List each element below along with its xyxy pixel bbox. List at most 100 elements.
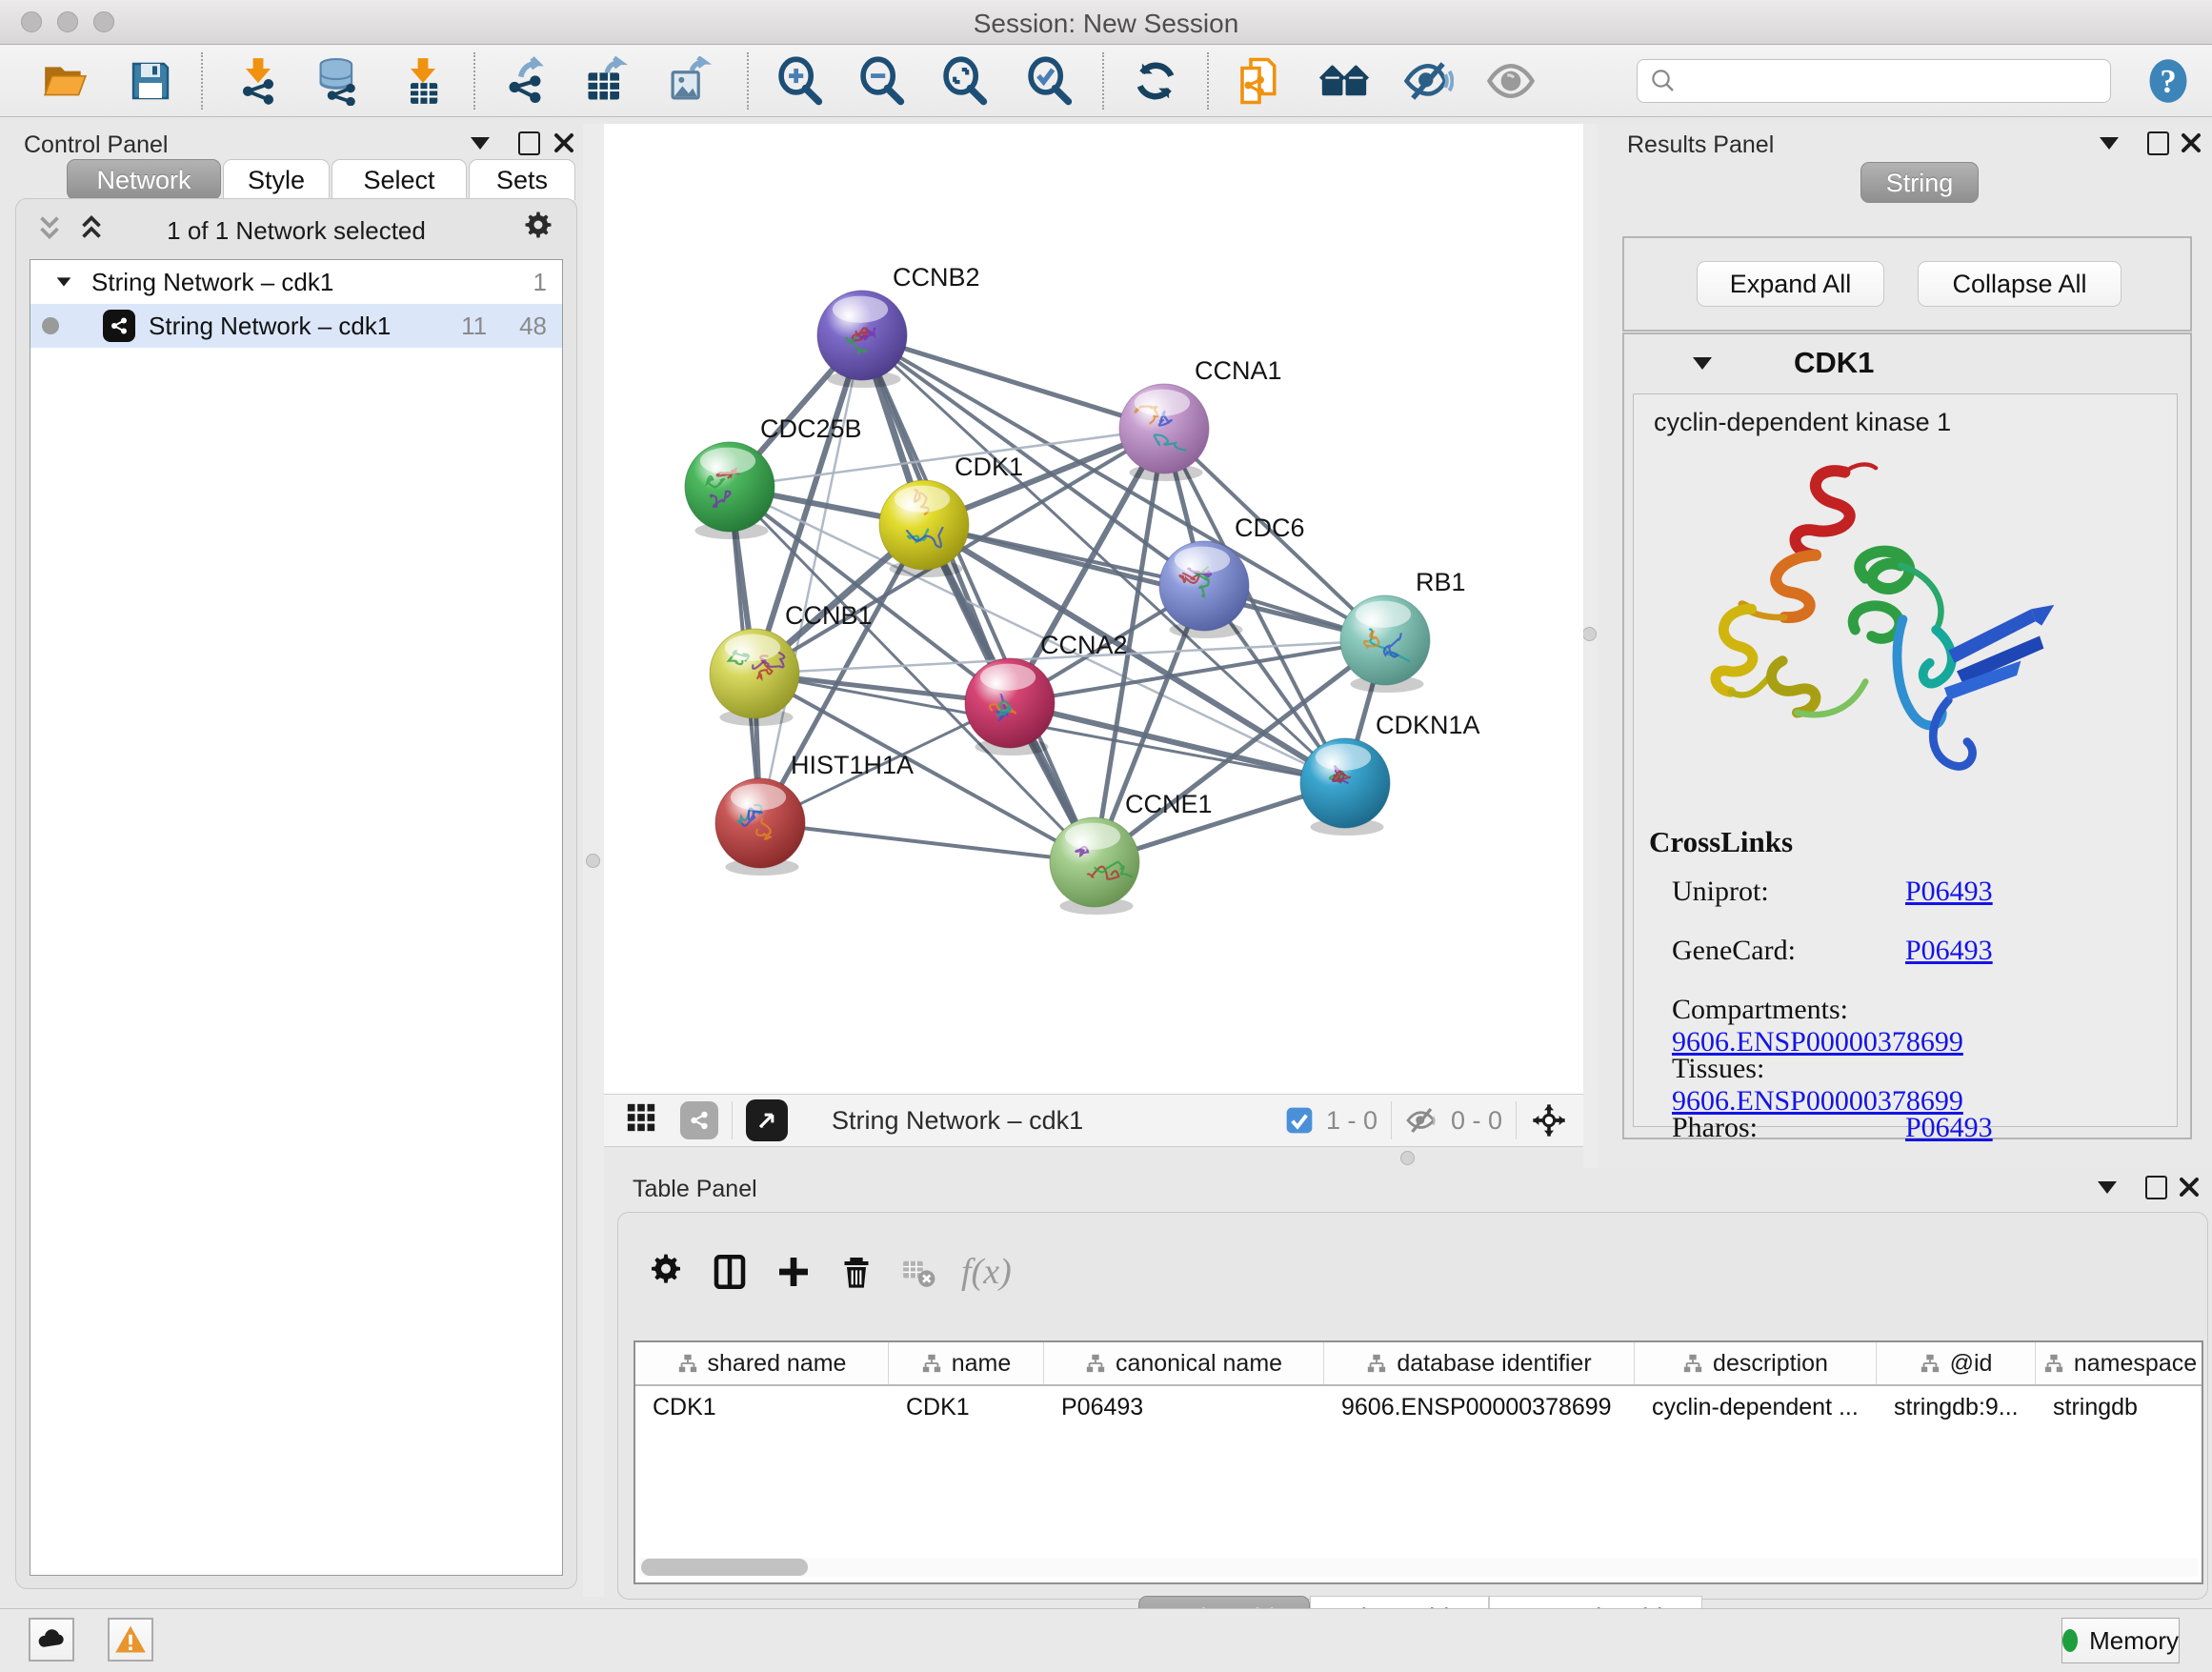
table-cell[interactable]: CDK1 <box>889 1386 1044 1428</box>
show-columns-icon[interactable] <box>710 1252 750 1292</box>
table-panel-menu-button[interactable] <box>2098 1181 2117 1194</box>
zoom-selected-button[interactable] <box>1023 54 1076 108</box>
network-canvas[interactable]: CCNB2CCNA1CDC25BCDK1CDC6RB1CCNB1CCNA2CDK… <box>604 124 1583 1094</box>
crosslink-link[interactable]: P06493 <box>1905 1112 1993 1143</box>
right-splitter[interactable] <box>1583 124 1597 1168</box>
zoom-fit-icon <box>940 56 990 106</box>
crosslink-link[interactable]: P06493 <box>1905 935 1993 966</box>
entry-collapse-triangle[interactable] <box>1693 357 1712 370</box>
table-panel: Table Panel <box>610 1172 2212 1598</box>
export-table-button[interactable] <box>580 54 633 108</box>
table-cell[interactable]: stringdb:9... <box>1877 1386 2036 1428</box>
results-panel-menu-button[interactable] <box>2100 137 2119 150</box>
collapse-triangle-icon[interactable] <box>53 272 74 292</box>
export-network-button[interactable] <box>498 54 552 108</box>
import-table-button[interactable] <box>396 54 450 108</box>
column-header[interactable]: database identifier <box>1324 1342 1635 1384</box>
warnings-button[interactable] <box>108 1618 153 1662</box>
export-image-button[interactable] <box>663 54 716 108</box>
memory-status-dot <box>2062 1629 2078 1652</box>
network-node-CDKN1A[interactable] <box>1300 738 1390 836</box>
table-cell[interactable]: P06493 <box>1044 1386 1324 1428</box>
tab-select[interactable]: Select <box>332 159 467 200</box>
table-row[interactable]: CDK1CDK1P064939606.ENSP00000378699cyclin… <box>635 1386 2202 1428</box>
network-node-CCNA1[interactable] <box>1119 384 1209 481</box>
pan-mode-icon[interactable] <box>1530 1101 1568 1139</box>
network-edge[interactable] <box>760 823 1095 862</box>
collapse-all-button[interactable]: Collapse All <box>1918 261 2122 307</box>
table-panel-body: f(x) shared namenamecanonical namedataba… <box>617 1212 2208 1600</box>
network-edge[interactable] <box>862 335 1095 862</box>
table-options-gear-icon[interactable] <box>647 1253 685 1291</box>
glass-ball-effect-button[interactable] <box>1401 54 1455 108</box>
save-session-button[interactable] <box>124 54 177 108</box>
network-node-CDC25B[interactable] <box>685 442 774 539</box>
column-header[interactable]: @id <box>1877 1342 2036 1384</box>
network-node-RB1[interactable] <box>1340 595 1430 693</box>
delete-table-icon-disabled <box>900 1254 936 1290</box>
column-header[interactable]: canonical name <box>1044 1342 1324 1384</box>
selected-checkbox-icon[interactable] <box>1284 1105 1315 1136</box>
network-node-CCNE1[interactable] <box>1050 817 1139 915</box>
control-panel-menu-button[interactable] <box>471 137 490 150</box>
node-table[interactable]: shared namenamecanonical namedatabase id… <box>633 1340 2203 1584</box>
network-selection-summary: 1 of 1 Network selected <box>16 216 576 246</box>
network-edge[interactable] <box>924 525 1385 640</box>
export-image-icon <box>665 56 714 106</box>
column-header[interactable]: description <box>1635 1342 1877 1384</box>
help-button[interactable]: ? <box>2142 54 2195 108</box>
stringify-button[interactable] <box>1317 54 1371 108</box>
birdseye-view-button[interactable] <box>746 1099 788 1141</box>
left-splitter[interactable] <box>583 124 604 1597</box>
table-cell[interactable]: 9606.ENSP00000378699 <box>1324 1386 1635 1428</box>
string-import-button[interactable] <box>1233 54 1286 108</box>
add-column-icon[interactable] <box>774 1253 813 1291</box>
protein-structure-image <box>1686 453 2086 806</box>
crosslink-link[interactable]: P06493 <box>1905 876 1993 907</box>
network-row[interactable]: String Network – cdk1 11 48 <box>30 304 562 348</box>
column-header[interactable]: name <box>889 1342 1044 1384</box>
import-network-database-button[interactable] <box>312 54 365 108</box>
tab-string[interactable]: String <box>1860 162 1979 203</box>
structure-image-toggle-button[interactable] <box>1484 54 1538 108</box>
memory-button[interactable]: Memory <box>2061 1618 2180 1663</box>
control-panel-close-button[interactable] <box>553 131 575 154</box>
expand-all-button[interactable]: Expand All <box>1697 261 1884 307</box>
import-network-file-button[interactable] <box>231 54 285 108</box>
network-view-type-button[interactable] <box>680 1101 718 1139</box>
function-builder-button-disabled: f(x) <box>961 1251 1012 1293</box>
help-icon: ? <box>2143 56 2193 106</box>
zoom-in-button[interactable] <box>774 54 827 108</box>
results-panel-float-button[interactable] <box>2147 131 2169 155</box>
refresh-button[interactable] <box>1129 54 1182 108</box>
scrollbar-thumb[interactable] <box>641 1559 808 1576</box>
table-cell[interactable]: cyclin-dependent ... <box>1635 1386 1877 1428</box>
grid-view-button[interactable] <box>625 1101 657 1140</box>
zoom-fit-button[interactable] <box>938 54 992 108</box>
network-options-button[interactable] <box>521 211 555 250</box>
network-edge[interactable] <box>862 335 1164 429</box>
column-header[interactable]: namespace <box>2036 1342 2203 1384</box>
delete-column-icon[interactable] <box>837 1253 875 1291</box>
cloud-button[interactable] <box>29 1618 74 1662</box>
table-cell[interactable]: CDK1 <box>635 1386 889 1428</box>
branch-icon <box>2043 1353 2064 1374</box>
table-panel-float-button[interactable] <box>2145 1176 2167 1199</box>
zoom-out-button[interactable] <box>855 54 909 108</box>
tab-style[interactable]: Style <box>223 159 330 200</box>
control-panel-float-button[interactable] <box>518 131 540 155</box>
results-panel-close-button[interactable] <box>2180 131 2202 154</box>
table-panel-close-button[interactable] <box>2178 1176 2201 1199</box>
network-node-HIST1H1A[interactable] <box>715 778 805 876</box>
network-collection-row[interactable]: String Network – cdk1 1 <box>30 260 562 304</box>
column-header[interactable]: shared name <box>635 1342 889 1384</box>
table-h-scrollbar[interactable] <box>639 1558 2198 1577</box>
search-input[interactable] <box>1637 59 2111 103</box>
tab-sets[interactable]: Sets <box>469 159 575 200</box>
tab-network[interactable]: Network <box>67 159 221 200</box>
table-cell[interactable]: stringdb <box>2036 1386 2203 1428</box>
network-graph[interactable]: CCNB2CCNA1CDC25BCDK1CDC6RB1CCNB1CCNA2CDK… <box>604 124 1583 1094</box>
network-node-CCNB1[interactable] <box>710 629 799 726</box>
hidden-eye-icon[interactable] <box>1405 1103 1439 1138</box>
open-session-button[interactable] <box>38 54 91 108</box>
